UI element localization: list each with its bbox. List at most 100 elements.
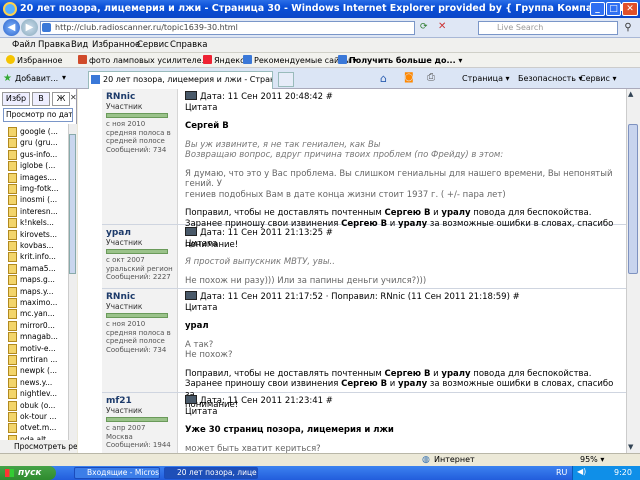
refresh-icon[interactable]: ⟳ xyxy=(420,22,428,32)
quote-label: Цитата xyxy=(185,302,218,313)
scroll-down-icon[interactable]: ▼ xyxy=(628,443,633,451)
tab-active[interactable]: 20 лет позора, лицемерия и лжи - Страниц… xyxy=(88,71,273,89)
history-item[interactable]: nightlev... xyxy=(20,388,68,400)
history-sort-select[interactable]: Просмотр по дат xyxy=(3,108,73,122)
post-author[interactable]: mf21 xyxy=(106,396,173,406)
history-item[interactable]: mrtiran ... xyxy=(20,354,68,366)
menu-tools[interactable]: Сервис xyxy=(137,39,169,52)
yandex-icon xyxy=(203,55,212,64)
panel-scroll-thumb[interactable] xyxy=(69,134,76,274)
new-tab-button[interactable] xyxy=(278,72,294,87)
page-scroll-thumb[interactable] xyxy=(628,124,638,274)
fav-link-4[interactable]: Получить больше до... ▾ xyxy=(338,55,462,66)
history-item[interactable]: maps.g... xyxy=(20,274,68,286)
star-icon xyxy=(6,55,15,64)
menu-help[interactable]: Справка xyxy=(170,39,207,52)
history-item[interactable]: img-fotk... xyxy=(20,183,68,195)
quote-author: Сергей В xyxy=(185,121,229,131)
address-input[interactable]: http://club.radioscanner.ru/topic1639-30… xyxy=(40,21,415,35)
language-indicator[interactable]: RU xyxy=(556,467,567,479)
menu-edit[interactable]: Правка xyxy=(38,39,70,52)
post-author[interactable]: урал xyxy=(106,228,173,238)
post-author-role: Участник xyxy=(106,238,143,247)
ie-logo-icon xyxy=(3,2,17,16)
history-item[interactable]: kirovets... xyxy=(20,229,68,241)
minimize-button[interactable]: _ xyxy=(590,2,605,16)
fav-link-label: Яндекс xyxy=(214,56,245,65)
favorites-star-button[interactable]: Избранное xyxy=(6,55,62,66)
post-message: Дата: 11 Сен 2011 21:23:41 # Цитата Уже … xyxy=(182,393,626,453)
task-outlook[interactable]: Входящие - Microsof... xyxy=(74,467,160,479)
search-icon[interactable]: ⚲ xyxy=(621,21,635,35)
author-info: средняя полоса в xyxy=(106,328,171,337)
history-item[interactable]: k!nkels... xyxy=(20,217,68,229)
post-text: гениев подобных Вам в дате конца жизни с… xyxy=(185,189,506,200)
history-folder-icon xyxy=(8,320,17,331)
command-page[interactable]: Страница ▾ xyxy=(462,73,510,85)
window-title: 20 лет позора, лицемерия и лжи - Страниц… xyxy=(20,3,640,14)
history-folder-icon xyxy=(8,206,17,217)
history-item[interactable]: mirror0... xyxy=(20,320,68,332)
maximize-button[interactable]: □ xyxy=(606,2,621,16)
fav-link-2[interactable]: Яндекс xyxy=(203,55,244,66)
history-item[interactable]: gru (gru... xyxy=(20,137,68,149)
history-item[interactable]: images.... xyxy=(20,172,68,184)
history-item[interactable]: iglobe (... xyxy=(20,160,68,172)
history-item[interactable]: inosmi (... xyxy=(20,194,68,206)
tab-history[interactable]: Ж xyxy=(52,92,70,106)
history-item[interactable]: ok-tour ... xyxy=(20,411,68,423)
history-item[interactable]: google (... xyxy=(20,126,68,138)
history-item[interactable]: mnagab... xyxy=(20,331,68,343)
history-item[interactable]: gus-info... xyxy=(20,149,68,161)
scroll-up-icon[interactable]: ▲ xyxy=(628,90,633,98)
volume-icon[interactable]: ◀) xyxy=(577,467,586,476)
author-info: средней полосе xyxy=(106,137,165,145)
search-input[interactable]: Live Search xyxy=(478,21,618,35)
history-item[interactable]: krit.info... xyxy=(20,251,68,263)
history-item[interactable]: maximo... xyxy=(20,297,68,309)
task-ie[interactable]: 20 лет позора, лице... xyxy=(164,467,258,479)
stop-icon[interactable]: ✕ xyxy=(438,21,446,32)
history-folder-icon xyxy=(8,127,17,137)
fav-link-1[interactable]: фото ламповых усилителе... xyxy=(78,55,209,66)
tab-feeds[interactable]: В xyxy=(32,92,50,106)
zoom-level[interactable]: 95% ▾ xyxy=(580,455,604,465)
home-icon[interactable]: ⌂ xyxy=(380,72,387,85)
post-author[interactable]: RNnic xyxy=(106,292,173,302)
history-item[interactable]: newpk (... xyxy=(20,365,68,377)
history-folder-icon xyxy=(8,149,17,160)
history-item[interactable]: obuk (o... xyxy=(20,400,68,412)
history-item[interactable]: motiv-e... xyxy=(20,343,68,355)
history-folder-icon xyxy=(8,343,17,354)
add-dropdown-icon[interactable]: ▾ xyxy=(62,73,66,82)
close-button[interactable]: ✕ xyxy=(622,2,638,16)
favorites-center-star-icon[interactable]: ★ xyxy=(3,73,12,84)
history-item[interactable]: news.y... xyxy=(20,377,68,389)
forward-button[interactable]: ▶ xyxy=(21,19,38,36)
feeds-icon[interactable]: ◙ xyxy=(404,72,414,83)
add-favorites-button[interactable]: Добавит... xyxy=(15,73,58,85)
back-button[interactable]: ◀ xyxy=(3,19,20,36)
tab-favorites[interactable]: Избр xyxy=(2,92,30,106)
post-author[interactable]: RNnic xyxy=(106,92,173,102)
history-item[interactable]: interesn... xyxy=(20,206,68,218)
history-item[interactable]: otvet.m... xyxy=(20,422,68,434)
post-text: Не похож ни разу))) Или за папины деньги… xyxy=(185,275,427,286)
post-userbox: урал Участник с окт 2007 уральский регио… xyxy=(102,225,178,288)
menu-view[interactable]: Вид xyxy=(71,39,88,52)
print-icon[interactable]: ⎙ xyxy=(427,72,435,83)
history-item[interactable]: maps.y... xyxy=(20,286,68,298)
history-item[interactable]: mama5... xyxy=(20,263,68,275)
menu-file[interactable]: Файл xyxy=(12,39,35,52)
history-item[interactable]: kovbas... xyxy=(20,240,68,252)
site-icon xyxy=(243,55,252,64)
command-tools[interactable]: Сервис ▾ xyxy=(580,73,616,85)
view-reports-link[interactable]: Просмотреть ре... xyxy=(0,440,77,453)
panel-close-icon[interactable]: ✕ xyxy=(70,93,77,102)
history-folder-icon xyxy=(8,412,17,422)
history-item[interactable]: mc.yan... xyxy=(20,308,68,320)
menu-favorites[interactable]: Избранное xyxy=(92,39,140,52)
command-security[interactable]: Безопасность ▾ xyxy=(518,73,583,85)
history-folder-icon xyxy=(8,172,17,183)
post-date: Дата: 11 Сен 2011 20:48:42 # xyxy=(200,92,333,102)
